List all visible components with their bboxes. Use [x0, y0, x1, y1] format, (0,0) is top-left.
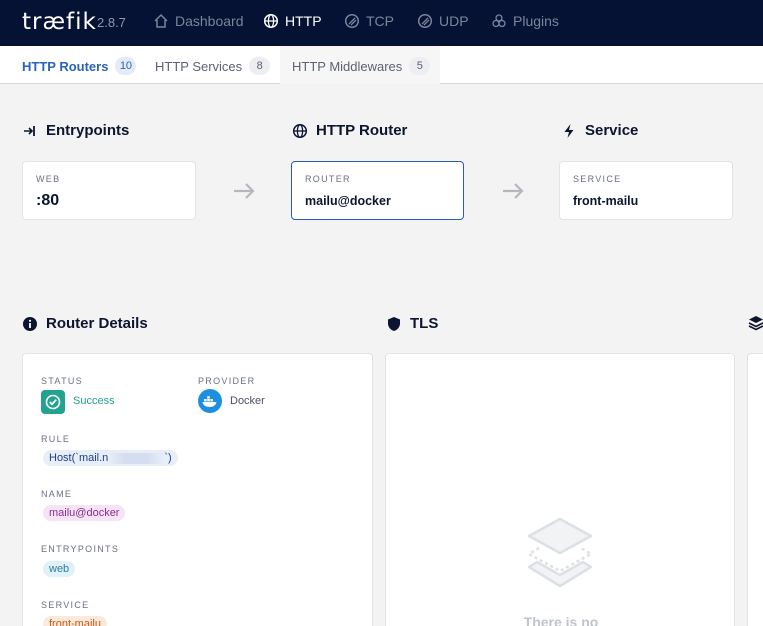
arrow-right-icon	[503, 183, 524, 199]
tab-http-routers-count: 10	[115, 57, 137, 75]
middlewares-panel	[747, 353, 763, 626]
entrypoints-title: Entrypoints	[22, 122, 129, 139]
entrypoint-card-label: WEB	[36, 174, 61, 184]
plugins-icon	[492, 14, 506, 28]
globe-icon	[292, 123, 308, 138]
middlewares-title	[748, 315, 763, 331]
rule-label: RULE	[41, 434, 71, 444]
service-card-value: front-mailu	[573, 194, 639, 208]
tab-http-services-label: HTTP Services	[155, 58, 243, 74]
nav-dashboard-label: Dashboard	[175, 13, 244, 29]
tab-http-middlewares-count: 5	[409, 57, 431, 75]
service-title: Service	[561, 122, 638, 139]
redacted-blur	[108, 452, 165, 464]
nav-dashboard[interactable]: Dashboard	[153, 13, 244, 29]
home-icon	[154, 13, 168, 28]
nav-http-label: HTTP	[285, 13, 322, 29]
success-check-icon	[41, 390, 65, 414]
arrow-right-icon	[234, 183, 255, 199]
empty-layers-icon	[527, 517, 593, 588]
shield-icon	[388, 316, 400, 331]
rule-value-start: Host(`mail.n	[49, 452, 109, 464]
router-card[interactable]: ROUTER mailu@docker	[291, 161, 464, 220]
status-label: STATUS	[41, 376, 83, 386]
traefik-logo[interactable]: træfik	[22, 9, 97, 35]
udp-icon	[417, 13, 433, 29]
entrypoint-card-value: :80	[36, 192, 60, 209]
nav-plugins[interactable]: Plugins	[491, 13, 559, 29]
nav-plugins-label: Plugins	[513, 13, 559, 29]
service-chip[interactable]: front-mailu	[43, 616, 107, 626]
tls-empty-text: There is no	[523, 614, 599, 626]
nav-http[interactable]: HTTP	[263, 13, 322, 29]
tab-http-middlewares[interactable]: HTTP Middlewares 5	[292, 57, 431, 75]
service-label: SERVICE	[41, 600, 90, 610]
info-icon	[23, 316, 37, 331]
tls-panel: There is no	[385, 353, 735, 626]
docker-icon	[198, 389, 222, 413]
service-card[interactable]: SERVICE front-mailu	[559, 161, 733, 220]
router-card-value: mailu@docker	[305, 194, 391, 208]
router-details-title: Router Details	[22, 315, 148, 332]
service-card-label: SERVICE	[573, 174, 622, 184]
tab-http-services-count: 8	[249, 57, 271, 75]
nav-udp[interactable]: UDP	[417, 13, 469, 29]
globe-icon	[263, 13, 279, 29]
entrypoint-chip: web	[43, 561, 76, 577]
nav-tcp-label: TCP	[366, 13, 394, 29]
tls-title: TLS	[386, 315, 438, 332]
router-details-panel: STATUS Success PROVIDER Docker RULE Host…	[22, 353, 373, 626]
bolt-icon	[564, 123, 574, 138]
sub-navbar: HTTP Routers 10 HTTP Services 8 HTTP Mid…	[0, 46, 763, 84]
rule-chip: Host(`mail.n `)	[43, 450, 178, 466]
sign-in-icon	[24, 125, 35, 136]
tab-http-routers[interactable]: HTTP Routers 10	[22, 57, 137, 75]
nav-udp-label: UDP	[439, 13, 469, 29]
tab-http-services[interactable]: HTTP Services 8	[155, 57, 271, 75]
tab-http-middlewares-label: HTTP Middlewares	[292, 58, 403, 74]
http-router-title: HTTP Router	[292, 122, 407, 139]
rule-value-end: `)	[164, 452, 172, 464]
entrypoint-card-web[interactable]: WEB :80	[22, 161, 196, 220]
layers-icon	[748, 316, 763, 331]
name-chip: mailu@docker	[43, 505, 126, 521]
provider-label: PROVIDER	[198, 376, 256, 386]
entrypoints-label: ENTRYPOINTS	[41, 544, 120, 554]
top-navbar: træfik 2.8.7 Dashboard HTTP TCP UDP Plug…	[0, 0, 763, 46]
tab-http-routers-label: HTTP Routers	[22, 58, 109, 74]
version-label: 2.8.7	[97, 15, 126, 30]
tcp-icon	[344, 13, 360, 29]
nav-tcp[interactable]: TCP	[344, 13, 394, 29]
router-card-label: ROUTER	[305, 174, 351, 184]
provider-value: Docker	[230, 395, 265, 407]
name-label: NAME	[41, 489, 73, 499]
status-value: Success	[73, 395, 115, 407]
